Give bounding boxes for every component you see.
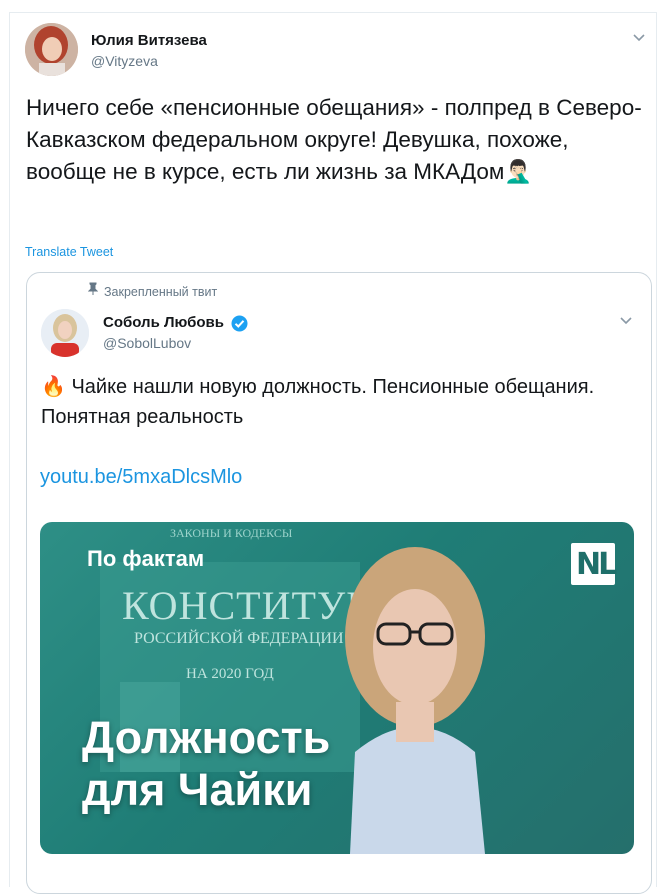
pin-icon [87,282,99,301]
tweet-border-top [9,12,657,13]
newsroom-logo: NL [571,543,617,585]
verified-badge-icon [231,315,248,337]
pinned-label: Закрепленный твит [104,285,218,299]
quoted-author-avatar[interactable] [41,309,89,357]
translate-tweet-link[interactable]: Translate Tweet [25,245,113,259]
quoted-avatar-photo [41,309,89,357]
youtube-link[interactable]: youtu.be/5mxaDlcsMlo [40,466,242,489]
tweet-text: Ничего себе «пенсионные обещания» - полп… [26,95,642,184]
quoted-tweet-text: 🔥 Чайке нашли новую должность. Пенсионны… [41,376,595,428]
presenter-photo [345,547,485,854]
author-avatar[interactable] [25,23,78,76]
chevron-down-icon[interactable] [632,30,646,48]
tweet-border-left [9,12,10,887]
author-handle[interactable]: @Vityzeva [91,53,158,69]
book-year-text: НА 2020 ГОД [186,666,274,682]
book-top-text: ЗАКОНЫ И КОДЕКСЫ [170,526,293,540]
quoted-author-name[interactable]: Соболь Любовь [103,314,224,331]
thumbnail-tag: По фактам [87,546,205,571]
quoted-author-handle[interactable]: @SobolLubov [103,335,191,351]
avatar-photo [25,23,78,76]
video-thumbnail[interactable]: ЗАКОНЫ И КОДЕКСЫ КОНСТИТУЦИЯ РОССИЙСКОЙ … [40,522,634,854]
thumbnail-headline: Должность для Чайки [82,712,331,815]
author-name[interactable]: Юлия Витязева [91,32,207,49]
tweet-border-right [656,12,657,887]
chevron-down-icon[interactable] [619,313,633,331]
